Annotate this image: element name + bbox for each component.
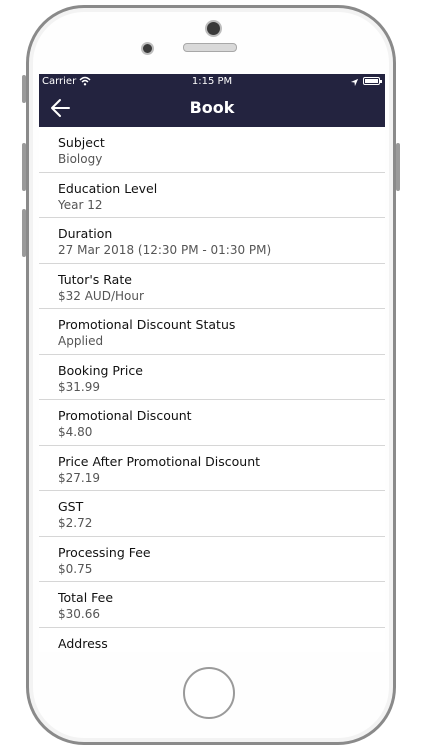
detail-row-education-level: Education Level Year 12 [39,173,385,218]
detail-value: $32 AUD/Hour [58,288,144,303]
detail-label: Promotional Discount [58,408,192,423]
detail-value: Biology [58,152,103,166]
detail-value: $31.99 [58,379,100,394]
detail-value: $27.19 [58,470,100,485]
detail-label: Tutor's Rate [58,271,132,287]
earpiece-speaker [183,43,237,52]
phone-power-button [396,143,400,191]
detail-row-promo-status: Promotional Discount Status Applied [39,309,385,355]
detail-value: Applied [58,334,104,348]
clock-time: 1:15 PM [191,76,233,87]
detail-label: Education Level [58,180,158,196]
detail-row-total-fee: Total Fee $30.66 [39,582,385,628]
app-screen: Carrier 1:15 PM Book Subject Biology Edu… [39,74,385,652]
detail-value: $4.80 [58,425,93,439]
detail-label: Total Fee [58,590,114,605]
detail-value: 27 Mar 2018 (12:30 PM - 01:30 PM) [58,243,272,257]
battery-icon [363,77,382,85]
nav-bar: Book [39,90,385,127]
detail-row-price-after-discount: Price After Promotional Discount $27.19 [39,446,385,491]
detail-label: Price After Promotional Discount [58,453,261,469]
detail-value: $0.75 [58,561,93,576]
detail-row-duration: Duration 27 Mar 2018 (12:30 PM - 01:30 P… [39,218,385,264]
detail-row-tutors-rate: Tutor's Rate $32 AUD/Hour [39,264,385,309]
detail-row-gst: GST $2.72 [39,491,385,537]
home-button[interactable] [183,667,235,719]
detail-label: Duration [58,226,113,241]
detail-row-processing-fee: Processing Fee $0.75 [39,537,385,582]
detail-row-subject: Subject Biology [39,127,385,173]
detail-label: Subject [58,135,105,150]
detail-label: GST [58,499,84,514]
detail-value: $2.72 [58,516,93,530]
page-title: Book [189,98,235,117]
detail-row-booking-price: Booking Price $31.99 [39,355,385,400]
front-camera [205,20,222,37]
detail-value: Year 12 [58,197,103,212]
booking-details-list: Subject Biology Education Level Year 12 … [39,127,385,652]
detail-label: Booking Price [58,362,143,378]
detail-row-promo-discount: Promotional Discount $4.80 [39,400,385,446]
status-bar: Carrier 1:15 PM [39,74,385,90]
detail-label: Promotional Discount Status [58,317,236,332]
detail-label: Processing Fee [58,544,151,560]
detail-value: $30.66 [58,607,100,621]
detail-label: Address [58,635,108,651]
proximity-sensor [141,42,154,55]
detail-row-address: Address [39,628,385,653]
